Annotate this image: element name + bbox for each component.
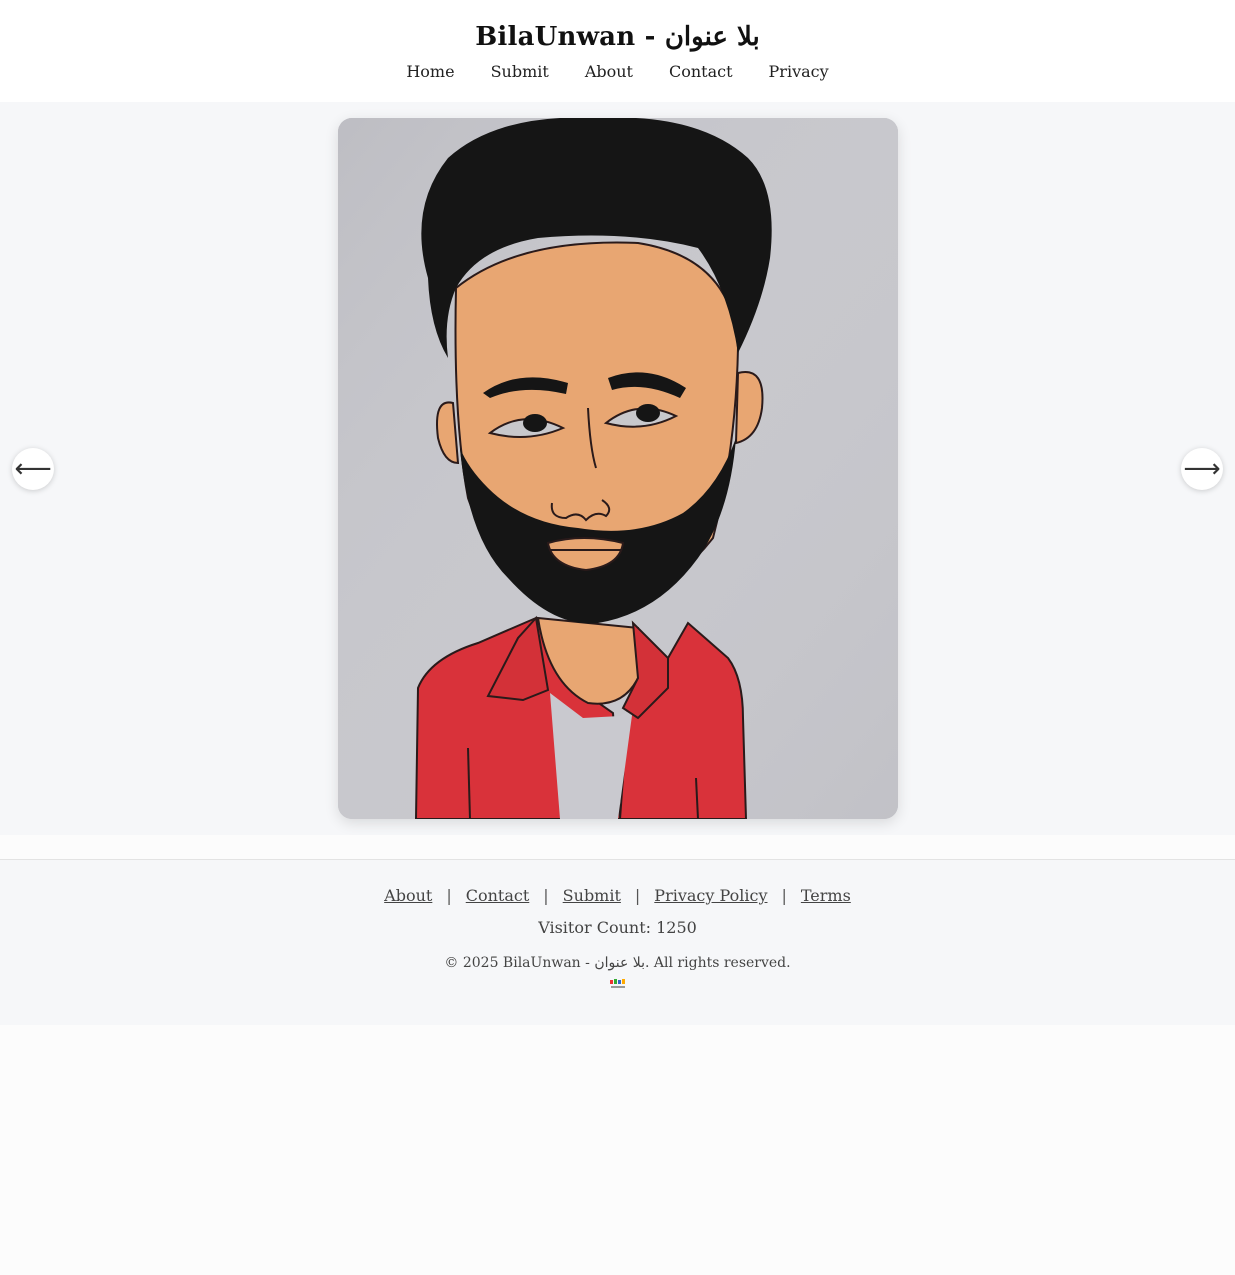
previous-arrow-button[interactable]: ⟵ (12, 448, 54, 490)
artwork-image[interactable] (338, 118, 898, 819)
footer-terms-link[interactable]: Terms (801, 886, 851, 905)
footer-contact-link[interactable]: Contact (466, 886, 530, 905)
site-footer: About | Contact | Submit | Privacy Polic… (0, 859, 1235, 1025)
footer-links: About | Contact | Submit | Privacy Polic… (384, 886, 851, 905)
nav-home-link[interactable]: Home (388, 62, 472, 81)
gallery: ⟵ ⟶ (0, 102, 1235, 835)
arrow-right-icon: ⟶ (1183, 454, 1221, 484)
footer-logo-icon (609, 979, 625, 988)
visitor-count: Visitor Count: 1250 (538, 918, 697, 937)
nav-privacy-link[interactable]: Privacy (751, 62, 847, 81)
footer-privacy-policy-link[interactable]: Privacy Policy (654, 886, 767, 905)
spacer (0, 835, 1235, 859)
arrow-left-icon: ⟵ (14, 454, 52, 484)
nav-submit-link[interactable]: Submit (473, 62, 567, 81)
copyright-text: © 2025 BilaUnwan - بلا عنوان. All rights… (444, 955, 791, 971)
nav-contact-link[interactable]: Contact (651, 62, 751, 81)
footer-separator: | (543, 886, 549, 905)
footer-separator: | (446, 886, 452, 905)
site-title[interactable]: BilaUnwan - بلا عنوان (475, 22, 760, 52)
site-header: BilaUnwan - بلا عنوان Home Submit About … (0, 0, 1235, 102)
footer-separator: | (781, 886, 787, 905)
footer-submit-link[interactable]: Submit (563, 886, 621, 905)
main-nav: Home Submit About Contact Privacy (388, 62, 846, 81)
nav-about-link[interactable]: About (567, 62, 651, 81)
footer-about-link[interactable]: About (384, 886, 432, 905)
footer-separator: | (634, 886, 641, 905)
portrait-drawing (338, 118, 898, 819)
next-arrow-button[interactable]: ⟶ (1181, 448, 1223, 490)
